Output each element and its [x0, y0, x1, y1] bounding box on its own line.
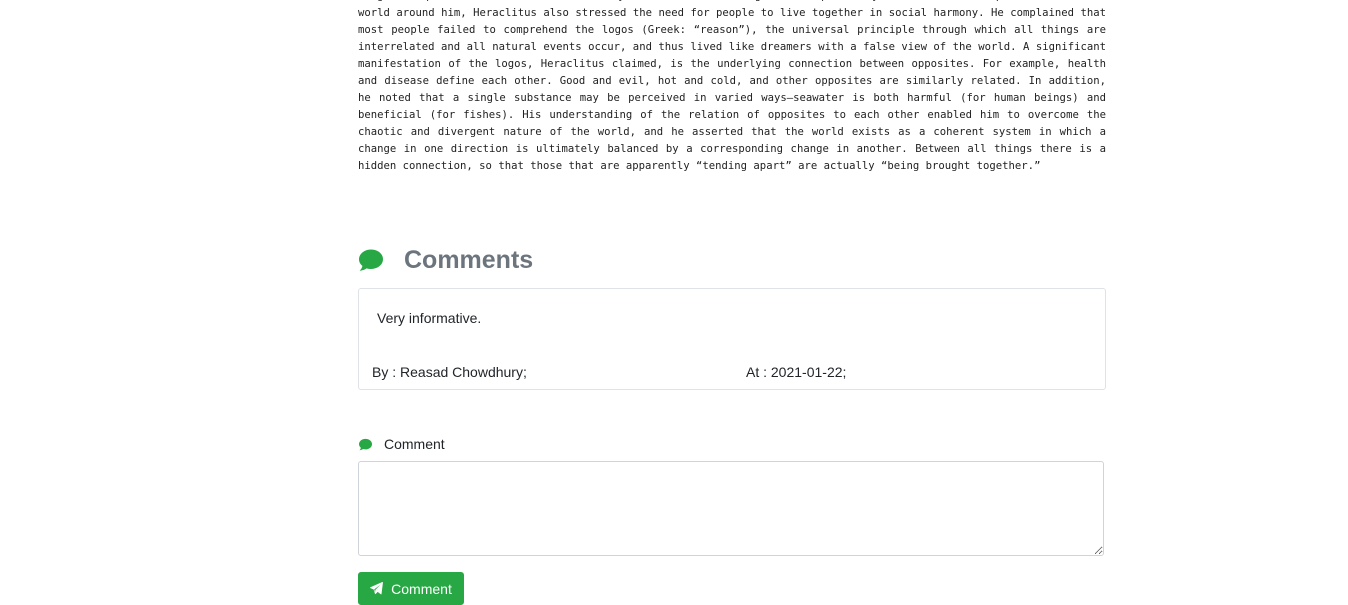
article-body: fragments quoted and attributed to him b…	[358, 0, 1106, 172]
comment-icon	[359, 438, 372, 450]
paper-plane-icon	[370, 582, 384, 595]
comment-field-label: Comment	[358, 435, 445, 453]
comment-date: At : 2021-01-22;	[746, 364, 847, 380]
comments-heading: Comments	[358, 242, 533, 278]
submit-button-label: Comment	[391, 580, 452, 597]
comment-card: Very informative. By : Reasad Chowdhury;…	[358, 288, 1106, 390]
comment-label-text: Comment	[384, 436, 445, 452]
comments-title: Comments	[404, 245, 534, 274]
submit-comment-button[interactable]: Comment	[358, 572, 464, 605]
comment-textarea[interactable]	[358, 461, 1104, 556]
comments-icon	[359, 249, 383, 271]
comment-text: Very informative.	[377, 310, 482, 326]
comment-author: By : Reasad Chowdhury;	[372, 364, 527, 380]
